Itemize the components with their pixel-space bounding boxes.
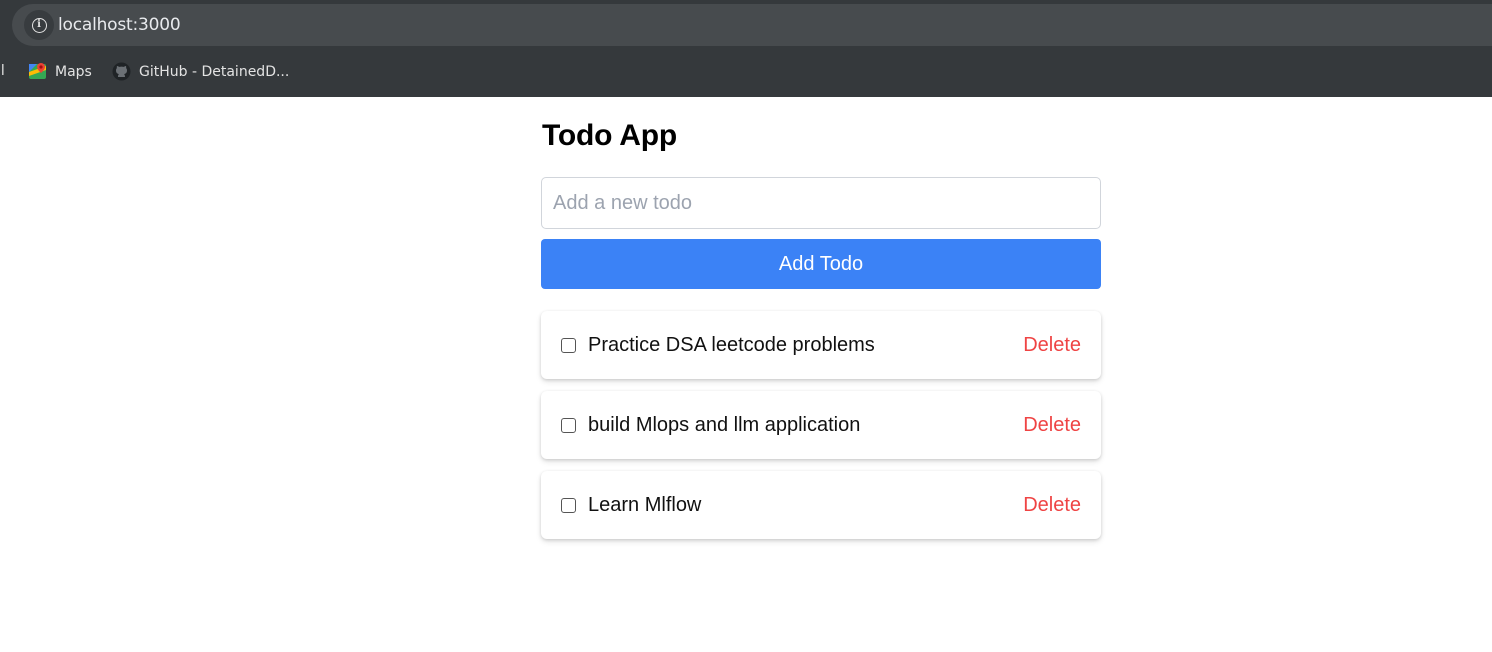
bookmarks-bar: il Maps GitHub - DetainedD. (0, 52, 1492, 92)
todo-checkbox[interactable] (561, 337, 576, 353)
info-icon: i (31, 17, 47, 33)
bookmark-partial[interactable]: il (0, 63, 5, 79)
page-title: Todo App (542, 119, 678, 152)
todo-item: Learn Mlflow Delete (541, 471, 1101, 539)
browser-chrome: i localhost:3000 il Maps (0, 0, 1492, 97)
todo-text: Practice DSA leetcode problems (588, 333, 875, 356)
todo-text: Learn Mlflow (588, 493, 702, 516)
bookmark-label: Maps (55, 63, 92, 80)
todo-item: Practice DSA leetcode problems Delete (541, 311, 1101, 379)
address-row: i localhost:3000 (0, 0, 1492, 52)
delete-button[interactable]: Delete (1023, 334, 1081, 357)
todo-checkbox[interactable] (561, 497, 576, 513)
bookmark-maps[interactable]: Maps (28, 62, 92, 81)
url-text[interactable]: localhost:3000 (58, 15, 181, 35)
github-icon (112, 62, 131, 81)
bookmark-label: GitHub - DetainedD... (139, 63, 290, 80)
bookmark-github[interactable]: GitHub - DetainedD... (112, 62, 289, 81)
delete-button[interactable]: Delete (1023, 414, 1081, 437)
maps-icon (28, 62, 47, 81)
new-todo-input[interactable] (541, 177, 1101, 229)
todo-checkbox[interactable] (561, 417, 576, 433)
site-info-button[interactable]: i (24, 10, 54, 40)
address-bar[interactable]: i localhost:3000 (12, 4, 1492, 46)
delete-button[interactable]: Delete (1023, 494, 1081, 517)
todo-text: build Mlops and llm application (588, 413, 861, 436)
add-todo-button[interactable]: Add Todo (541, 239, 1101, 289)
bookmark-label: il (0, 63, 5, 79)
todo-item: build Mlops and llm application Delete (541, 391, 1101, 459)
